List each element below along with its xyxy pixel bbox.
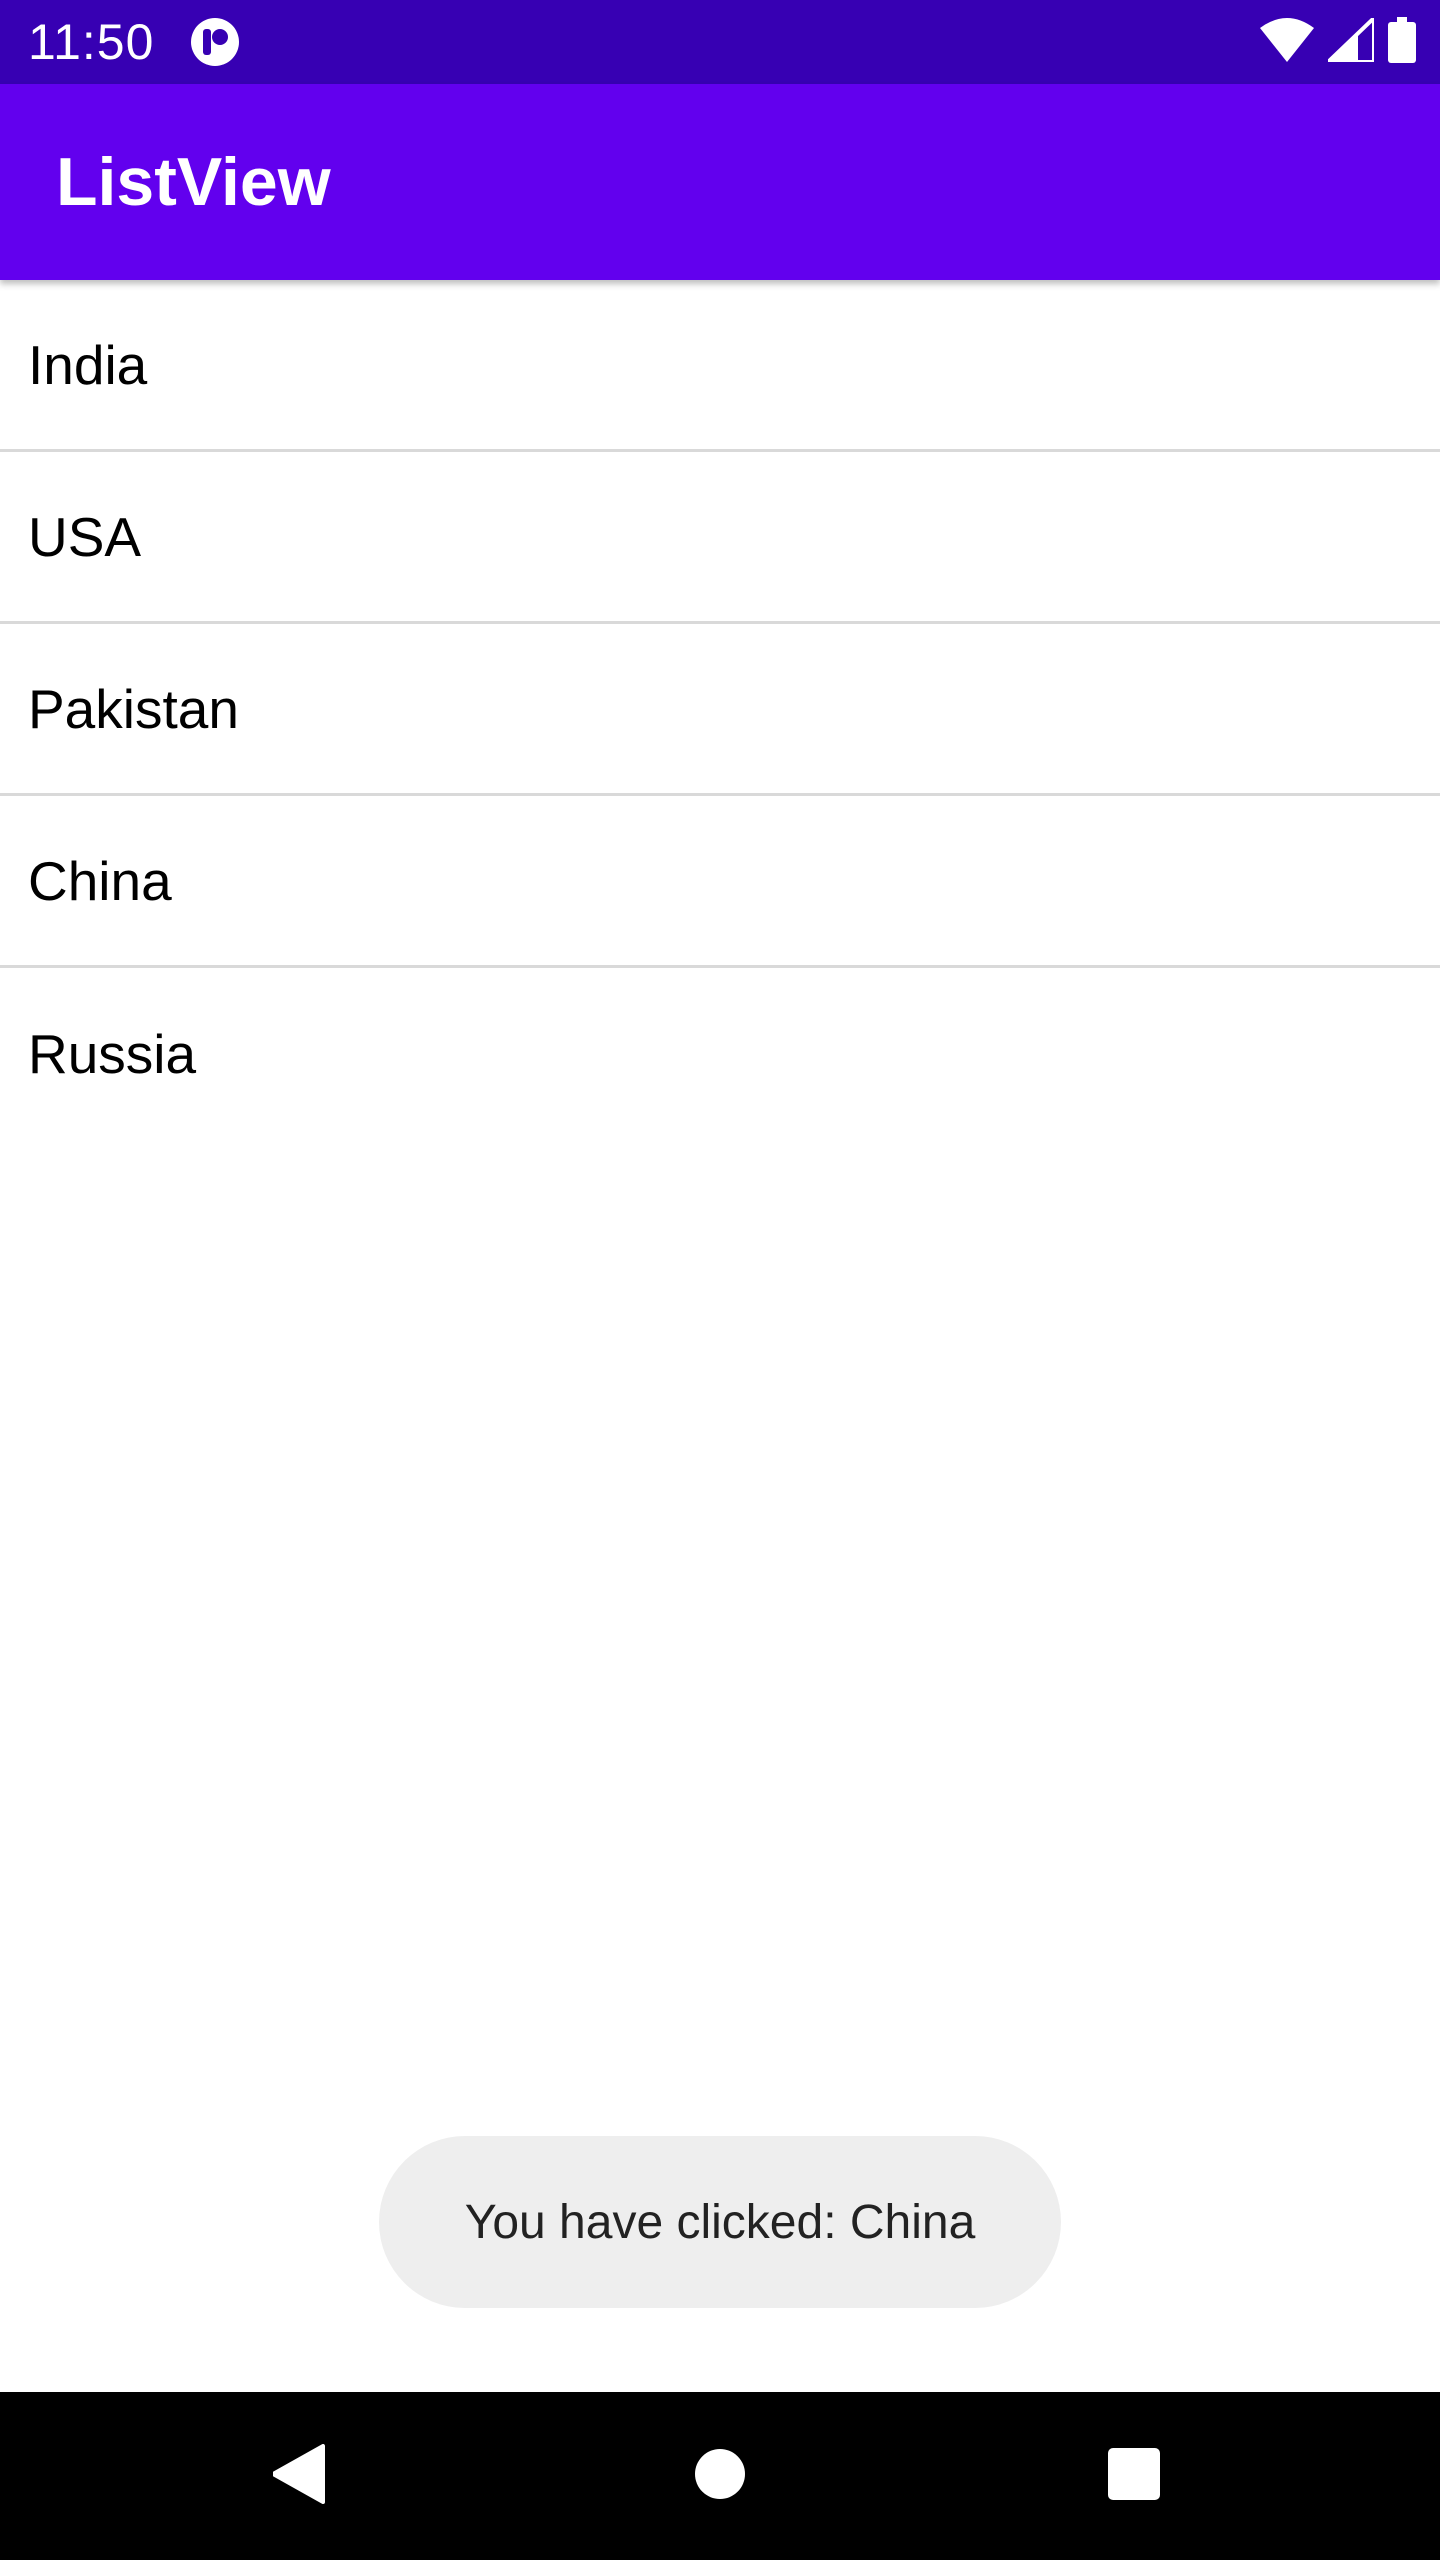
back-icon bbox=[271, 2443, 327, 2509]
wifi-icon bbox=[1260, 17, 1314, 67]
app-notification-icon bbox=[190, 17, 240, 67]
list-item[interactable]: China bbox=[0, 796, 1440, 968]
cell-signal-icon bbox=[1323, 12, 1376, 67]
list-item[interactable]: India bbox=[0, 280, 1440, 452]
home-icon bbox=[694, 2448, 746, 2505]
screen: 11:50 ListView India USA Pakistan China … bbox=[0, 0, 1440, 2560]
app-bar: ListView bbox=[0, 84, 1440, 280]
status-icons bbox=[1260, 12, 1416, 68]
status-time: 11:50 bbox=[28, 14, 155, 70]
list-item[interactable]: Russia bbox=[0, 968, 1440, 1140]
toast: You have clicked: China bbox=[379, 2136, 1061, 2308]
list-item-label: China bbox=[28, 849, 172, 912]
country-list: India USA Pakistan China Russia bbox=[0, 280, 1440, 1140]
list-item[interactable]: USA bbox=[0, 452, 1440, 624]
list-item[interactable]: Pakistan bbox=[0, 624, 1440, 796]
list-item-label: Pakistan bbox=[28, 677, 239, 740]
battery-icon bbox=[1388, 16, 1416, 68]
toast-message: You have clicked: China bbox=[464, 2195, 976, 2249]
status-bar: 11:50 bbox=[0, 0, 1440, 84]
list-item-label: India bbox=[28, 333, 148, 396]
list-item-label: USA bbox=[28, 505, 142, 568]
home-button[interactable] bbox=[620, 2392, 820, 2560]
recents-icon bbox=[1107, 2447, 1161, 2506]
navigation-bar bbox=[0, 2392, 1440, 2560]
back-button[interactable] bbox=[200, 2392, 400, 2560]
list-item-label: Russia bbox=[28, 1023, 197, 1085]
app-title: ListView bbox=[56, 144, 331, 220]
recents-button[interactable] bbox=[1034, 2392, 1234, 2560]
